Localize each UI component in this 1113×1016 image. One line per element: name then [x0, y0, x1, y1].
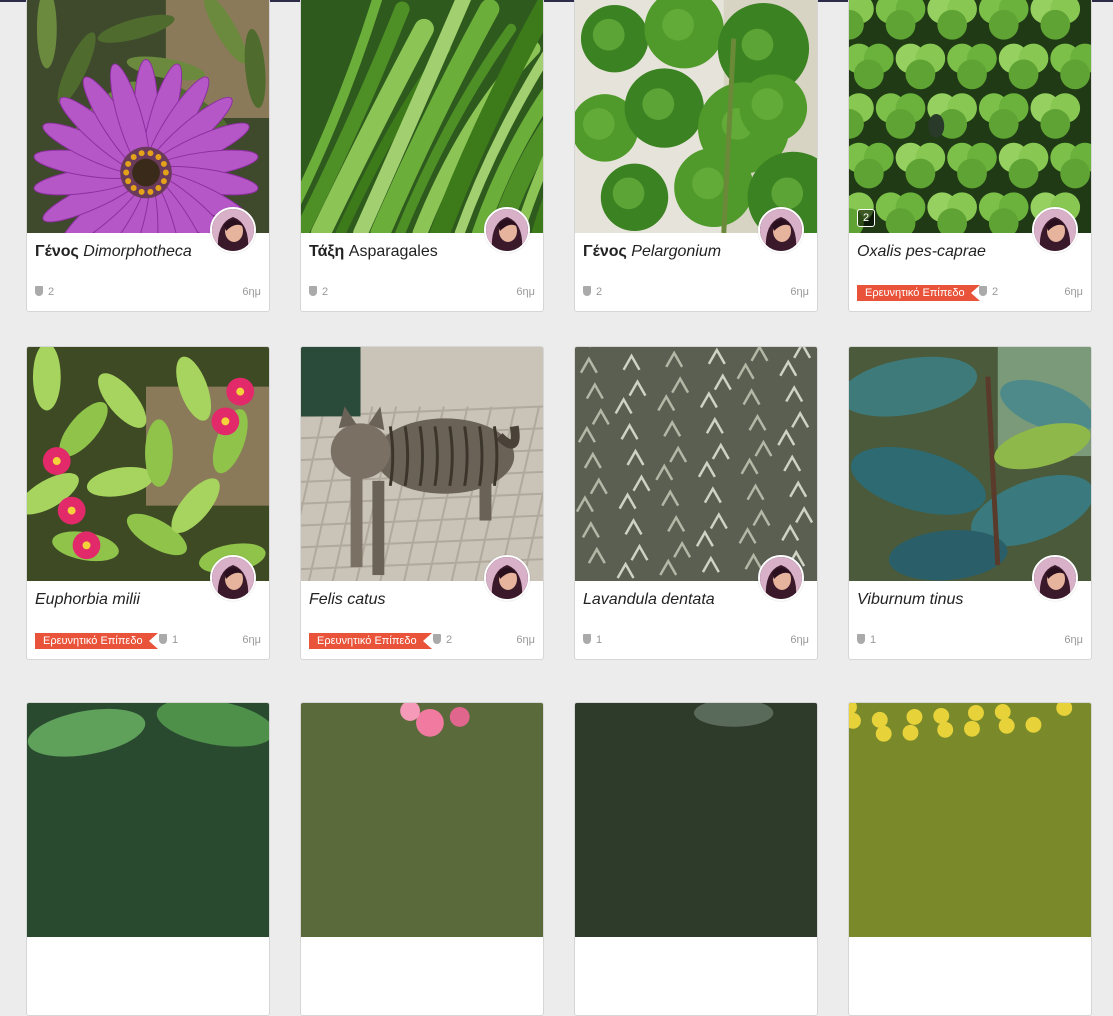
identifications-count: 1	[857, 634, 876, 646]
card-footer: Ερευνητικό Επίπεδο 1 6ημ	[35, 632, 261, 649]
observation-card[interactable]: 2 Oxalis pes-caprae Ερευνητικό Επίπεδο 2 6ημ	[848, 0, 1092, 312]
card-footer: 1 6ημ	[857, 632, 1083, 648]
shield-icon	[583, 286, 591, 296]
taxon-name[interactable]: Oxalis pes-caprae	[857, 243, 986, 261]
lavender-shrub-photo[interactable]	[575, 347, 817, 581]
identifications-count-value: 2	[992, 286, 999, 298]
user-avatar[interactable]	[484, 555, 530, 601]
user-avatar[interactable]	[1032, 207, 1078, 253]
taxon-scientific-name: Felis catus	[309, 591, 386, 608]
clover-leaves-photo[interactable]	[849, 0, 1091, 233]
identifications-count-value: 2	[322, 286, 329, 298]
grass-leaves-photo[interactable]	[301, 0, 543, 233]
taxon-name[interactable]: Γένος Pelargonium	[583, 243, 721, 261]
observation-card[interactable]: Viburnum tinus 1 6ημ	[848, 346, 1092, 660]
user-avatar[interactable]	[210, 207, 256, 253]
shield-icon	[857, 634, 865, 644]
dark-foliage-photo[interactable]	[575, 703, 817, 937]
card-footer: Ερευνητικό Επίπεδο 2 6ημ	[857, 284, 1083, 301]
identifications-count: 2	[309, 286, 328, 298]
yellow-flowers-photo[interactable]	[849, 703, 1091, 937]
observation-card[interactable]	[848, 702, 1092, 1016]
identifications-count-value: 1	[870, 634, 877, 646]
research-grade-badge: Ερευνητικό Επίπεδο	[309, 633, 432, 649]
observation-age: 6ημ	[1064, 634, 1083, 646]
taxon-name[interactable]: Felis catus	[309, 591, 385, 609]
taxon-rank: Γένος	[583, 243, 627, 260]
taxon-name[interactable]: Viburnum tinus	[857, 591, 963, 609]
identifications-count-value: 1	[172, 634, 179, 646]
taxon-scientific-name: Viburnum tinus	[857, 591, 964, 608]
user-avatar[interactable]	[758, 555, 804, 601]
shield-icon	[159, 634, 167, 644]
observation-card[interactable]: Euphorbia milii Ερευνητικό Επίπεδο 1 6ημ	[26, 346, 270, 660]
taxon-name[interactable]: Τάξη Asparagales	[309, 243, 438, 261]
observation-age: 6ημ	[1064, 286, 1083, 298]
observation-age: 6ημ	[242, 634, 261, 646]
observation-age: 6ημ	[790, 286, 809, 298]
dark-green-leaves-photo[interactable]	[849, 347, 1091, 581]
user-avatar[interactable]	[210, 555, 256, 601]
photo-count-badge: 2	[857, 209, 875, 227]
identifications-count: 2	[433, 634, 452, 646]
identifications-count-value: 2	[48, 286, 55, 298]
observation-card[interactable]: Τάξη Asparagales 2 6ημ	[300, 0, 544, 312]
taxon-rank: Τάξη	[309, 243, 345, 260]
observation-age: 6ημ	[242, 286, 261, 298]
taxon-scientific-name: Pelargonium	[631, 243, 722, 260]
user-avatar[interactable]	[758, 207, 804, 253]
identifications-count: 2	[979, 286, 998, 298]
observation-card[interactable]: Felis catus Ερευνητικό Επίπεδο 2 6ημ	[300, 346, 544, 660]
tabby-cat-photo[interactable]	[301, 347, 543, 581]
card-footer: 2 6ημ	[583, 284, 809, 300]
identifications-count: 2	[35, 286, 54, 298]
identifications-count-value: 2	[446, 634, 453, 646]
taxon-scientific-name: Euphorbia milii	[35, 591, 140, 608]
identifications-count: 2	[583, 286, 602, 298]
red-flowers-photo[interactable]	[27, 347, 269, 581]
observation-card[interactable]: Γένος Pelargonium 2 6ημ	[574, 0, 818, 312]
taxon-name[interactable]: Euphorbia milii	[35, 591, 140, 609]
identifications-count: 1	[583, 634, 602, 646]
observation-age: 6ημ	[790, 634, 809, 646]
research-grade-badge: Ερευνητικό Επίπεδο	[35, 633, 158, 649]
taxon-name[interactable]: Γένος Dimorphotheca	[35, 243, 192, 261]
shield-icon	[433, 634, 441, 644]
taxon-scientific-name: Dimorphotheca	[83, 243, 192, 260]
identifications-count: 1	[159, 634, 178, 646]
observation-card[interactable]	[26, 702, 270, 1016]
succulent-leaves-photo[interactable]	[27, 703, 269, 937]
research-grade-badge: Ερευνητικό Επίπεδο	[857, 285, 980, 301]
card-footer: Ερευνητικό Επίπεδο 2 6ημ	[309, 632, 535, 649]
taxon-scientific-name: Asparagales	[348, 243, 438, 260]
card-footer: 1 6ημ	[583, 632, 809, 648]
taxon-scientific-name: Lavandula dentata	[583, 591, 715, 608]
observation-card[interactable]: Γένος Dimorphotheca 2 6ημ	[26, 0, 270, 312]
geranium-leaves-photo[interactable]	[575, 0, 817, 233]
pink-daisy-photo[interactable]	[27, 0, 269, 233]
observation-age: 6ημ	[516, 634, 535, 646]
taxon-name[interactable]: Lavandula dentata	[583, 591, 715, 609]
card-footer: 2 6ημ	[309, 284, 535, 300]
shield-icon	[583, 634, 591, 644]
observation-card[interactable]	[300, 702, 544, 1016]
user-avatar[interactable]	[1032, 555, 1078, 601]
observation-card[interactable]	[574, 702, 818, 1016]
taxon-rank: Γένος	[35, 243, 79, 260]
taxon-scientific-name: Oxalis pes-caprae	[857, 243, 986, 260]
card-footer: 2 6ημ	[35, 284, 261, 300]
pink-begonia-photo[interactable]	[301, 703, 543, 937]
shield-icon	[35, 286, 43, 296]
identifications-count-value: 1	[596, 634, 603, 646]
shield-icon	[979, 286, 987, 296]
identifications-count-value: 2	[596, 286, 603, 298]
user-avatar[interactable]	[484, 207, 530, 253]
observation-age: 6ημ	[516, 286, 535, 298]
observation-card[interactable]: Lavandula dentata 1 6ημ	[574, 346, 818, 660]
shield-icon	[309, 286, 317, 296]
